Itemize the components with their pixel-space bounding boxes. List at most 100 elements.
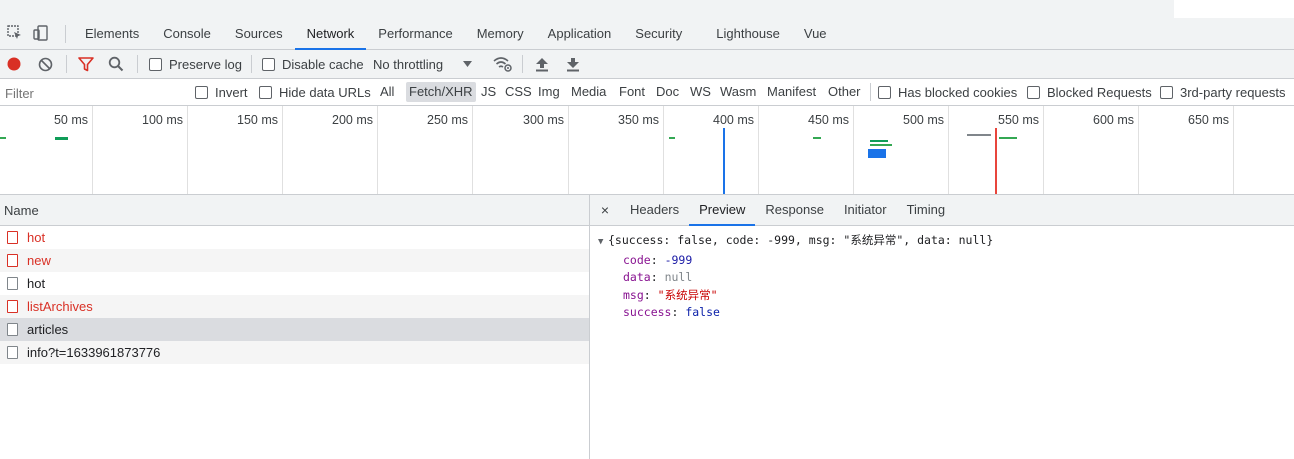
overview-tick-label: 500 ms <box>903 113 944 127</box>
third-party-requests-checkbox[interactable]: 3rd-party requests <box>1160 79 1286 105</box>
json-value: false <box>685 305 720 319</box>
json-property[interactable]: data: null <box>598 269 1294 287</box>
request-row[interactable]: new <box>0 249 589 272</box>
blocked-requests-checkbox[interactable]: Blocked Requests <box>1027 79 1152 105</box>
json-colon: : <box>650 252 665 267</box>
inspect-element-icon[interactable] <box>6 24 24 42</box>
disable-cache-box[interactable] <box>262 57 275 71</box>
json-property[interactable]: success: false <box>598 304 1294 322</box>
json-summary: {success: false, code: -999, msg: "系统异常"… <box>608 233 994 247</box>
filter-type-doc[interactable]: Doc <box>653 82 682 102</box>
details-tabs: × Headers Preview Response Initiator Timing <box>590 195 1294 226</box>
network-overview[interactable]: 50 ms 100 ms 150 ms 200 ms 250 ms 300 ms 350 m… <box>0 106 1294 195</box>
overview-tick-label: 550 ms <box>998 113 1039 127</box>
has-blocked-cookies-label: Has blocked cookies <box>898 84 1018 100</box>
json-root[interactable]: ▼ {success: false, code: -999, msg: "系统异常… <box>598 232 1294 252</box>
invert-box[interactable] <box>195 85 208 99</box>
upload-icon <box>536 57 548 71</box>
json-colon: : <box>643 287 658 302</box>
filter-type-css[interactable]: CSS <box>502 82 535 102</box>
filter-input[interactable] <box>0 79 187 107</box>
overview-gridline <box>282 106 283 194</box>
hide-data-urls-label: Hide data URLs <box>279 84 371 100</box>
blocked-requests-box[interactable] <box>1027 85 1040 99</box>
import-har-button[interactable] <box>535 50 549 78</box>
overview-tick-label: 150 ms <box>237 113 278 127</box>
filter-toggle-button[interactable] <box>78 50 94 78</box>
tab-console[interactable]: Console <box>151 18 223 49</box>
json-property[interactable]: msg: "系统异常" <box>598 287 1294 305</box>
request-row[interactable]: info?t=1633961873776 <box>0 341 589 364</box>
disable-cache-checkbox[interactable]: Disable cache <box>262 50 364 78</box>
overview-tick-label: 250 ms <box>427 113 468 127</box>
overview-bar <box>669 137 675 139</box>
expand-triangle-icon[interactable]: ▼ <box>598 234 608 252</box>
clear-button[interactable] <box>38 50 53 78</box>
chevron-down-icon <box>463 61 473 67</box>
export-har-button[interactable] <box>566 50 580 78</box>
tab-lighthouse[interactable]: Lighthouse <box>704 18 792 49</box>
throttling-select[interactable]: No throttling <box>373 50 473 78</box>
filter-type-fetch-xhr[interactable]: Fetch/XHR <box>406 82 476 102</box>
filter-type-js[interactable]: JS <box>478 82 499 102</box>
filter-type-manifest[interactable]: Manifest <box>764 82 819 102</box>
name-column-header[interactable]: Name <box>0 195 589 226</box>
tab-memory[interactable]: Memory <box>465 18 536 49</box>
filter-type-wasm[interactable]: Wasm <box>717 82 759 102</box>
tab-network[interactable]: Network <box>294 18 367 50</box>
overview-tick-label: 50 ms <box>53 113 88 127</box>
tab-application[interactable]: Application <box>536 18 624 49</box>
overview-gridline <box>1043 106 1044 194</box>
preserve-log-checkbox[interactable]: Preserve log <box>149 50 242 78</box>
filter-type-all[interactable]: All <box>377 82 397 102</box>
tab-vue[interactable]: Vue <box>792 18 839 49</box>
filter-bar: Invert Hide data URLs All Fetch/XHRJSCSSI… <box>0 79 1294 107</box>
hide-data-urls-checkbox[interactable]: Hide data URLs <box>259 79 371 105</box>
search-button[interactable] <box>108 50 124 78</box>
json-property[interactable]: code: -999 <box>598 252 1294 270</box>
overview-bar <box>870 140 888 142</box>
record-button[interactable] <box>7 50 21 78</box>
blocked-requests-label: Blocked Requests <box>1047 84 1152 100</box>
tab-elements[interactable]: Elements <box>73 18 151 49</box>
filter-type-font[interactable]: Font <box>616 82 648 102</box>
preserve-log-box[interactable] <box>149 57 162 71</box>
request-row[interactable]: hot <box>0 226 589 249</box>
overview-gridline <box>92 106 93 194</box>
details-tab-response[interactable]: Response <box>755 195 834 225</box>
window-top-strip <box>0 0 1294 18</box>
tab-security[interactable]: Security <box>623 18 694 49</box>
third-party-label: 3rd-party requests <box>1180 84 1286 100</box>
network-conditions-button[interactable] <box>493 50 513 78</box>
details-tab-initiator[interactable]: Initiator <box>834 195 897 225</box>
hide-data-urls-box[interactable] <box>259 85 272 99</box>
has-blocked-cookies-checkbox[interactable]: Has blocked cookies <box>878 79 1017 105</box>
third-party-box[interactable] <box>1160 85 1173 99</box>
overview-tick-label: 100 ms <box>142 113 183 127</box>
details-tab-headers[interactable]: Headers <box>620 195 689 225</box>
record-icon <box>7 57 21 71</box>
request-row[interactable]: articles <box>0 318 589 341</box>
request-row[interactable]: hot <box>0 272 589 295</box>
filter-type-img[interactable]: Img <box>535 82 563 102</box>
close-details-button[interactable]: × <box>590 202 620 218</box>
overview-tick-label: 450 ms <box>808 113 849 127</box>
invert-label: Invert <box>215 84 248 100</box>
json-key: success <box>623 305 672 319</box>
preserve-log-label: Preserve log <box>169 56 242 72</box>
has-blocked-cookies-box[interactable] <box>878 85 891 99</box>
tab-sources[interactable]: Sources <box>223 18 295 49</box>
tab-performance[interactable]: Performance <box>366 18 464 49</box>
request-row[interactable]: listArchives <box>0 295 589 318</box>
json-key: code <box>623 252 651 267</box>
invert-checkbox[interactable]: Invert <box>195 79 248 105</box>
overview-bar <box>870 144 892 146</box>
device-toolbar-icon[interactable] <box>32 24 50 42</box>
download-icon <box>567 57 579 71</box>
filter-type-other[interactable]: Other <box>825 82 864 102</box>
filter-type-ws[interactable]: WS <box>687 82 714 102</box>
request-list-panel: Name hot new hot listArchives articles info?t… <box>0 195 590 459</box>
details-tab-timing[interactable]: Timing <box>897 195 956 225</box>
details-tab-preview[interactable]: Preview <box>689 195 756 226</box>
filter-type-media[interactable]: Media <box>568 82 609 102</box>
